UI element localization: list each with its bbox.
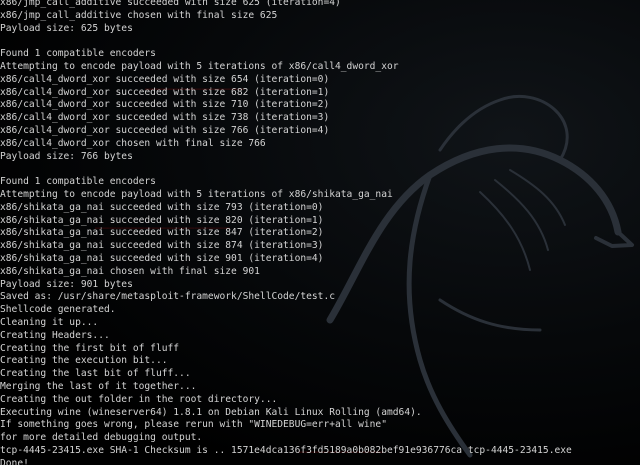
terminal-line: x86/shikata_ga_nai succeeded with size 8… [0,240,324,252]
terminal-line: x86/call4_dword_xor succeeded with size … [0,86,330,98]
terminal-line: Payload size: 766 bytes [0,150,133,162]
terminal-line: x86/shikata_ga_nai succeeded with size 9… [0,252,324,264]
terminal-line: Saved as: /usr/share/metasploit-framewor… [0,291,336,303]
terminal-line: x86/call4_dword_xor succeeded with size … [0,73,330,85]
terminal-line: for more detailed debugging output. [0,432,203,444]
terminal-line: Creating Headers... [0,329,110,341]
terminal-line: Attempting to encode payload with 5 iter… [0,60,399,72]
terminal-line: Creating the out folder in the root dire… [0,393,278,405]
terminal-line: tcp-4445-23415.exe SHA-1 Checksum is .. … [0,444,572,456]
terminal-line: Payload size: 625 bytes [0,22,133,34]
terminal-line: Cleaning it up... [0,316,99,328]
terminal-line: x86/call4_dword_xor chosen with final si… [0,137,266,149]
terminal-line: x86/shikata_ga_nai succeeded with size 8… [0,227,324,239]
terminal-line: Attempting to encode payload with 5 iter… [0,188,393,200]
terminal-line: Payload size: 901 bytes [0,278,133,290]
terminal-line: x86/jmp_call_additive succeeded with siz… [0,0,341,8]
terminal-line: If something goes wrong, please rerun wi… [0,419,387,431]
terminal-line: Done! [0,457,29,465]
terminal-line: Creating the first bit of fluff [0,342,180,354]
terminal-line: Shellcode generated. [0,304,116,316]
terminal-line: x86/jmp_call_additive chosen with final … [0,9,278,21]
terminal-line: x86/shikata_ga_nai succeeded with size 7… [0,201,324,213]
terminal-line: Found 1 compatible encoders [0,48,156,60]
terminal-line: x86/shikata_ga_nai chosen with final siz… [0,265,260,277]
terminal-line: Executing wine (wineserver64) 1.8.1 on D… [0,406,422,418]
terminal-line: x86/call4_dword_xor succeeded with size … [0,99,330,111]
terminal-line: Found 1 compatible encoders [0,176,156,188]
terminal-line: x86/call4_dword_xor succeeded with size … [0,112,330,124]
terminal-output[interactable]: x86/jmp_call_additive succeeded with siz… [0,0,640,465]
terminal-line: Creating the execution bit... [0,355,168,367]
terminal-line: Merging the last of it together... [0,380,197,392]
terminal-line: x86/call4_dword_xor succeeded with size … [0,124,330,136]
terminal-line: Creating the last bit of fluff... [0,368,191,380]
terminal-window[interactable]: ────────────── ─────────────────── ─────… [0,0,640,465]
terminal-line: x86/shikata_ga_nai succeeded with size 8… [0,214,324,226]
